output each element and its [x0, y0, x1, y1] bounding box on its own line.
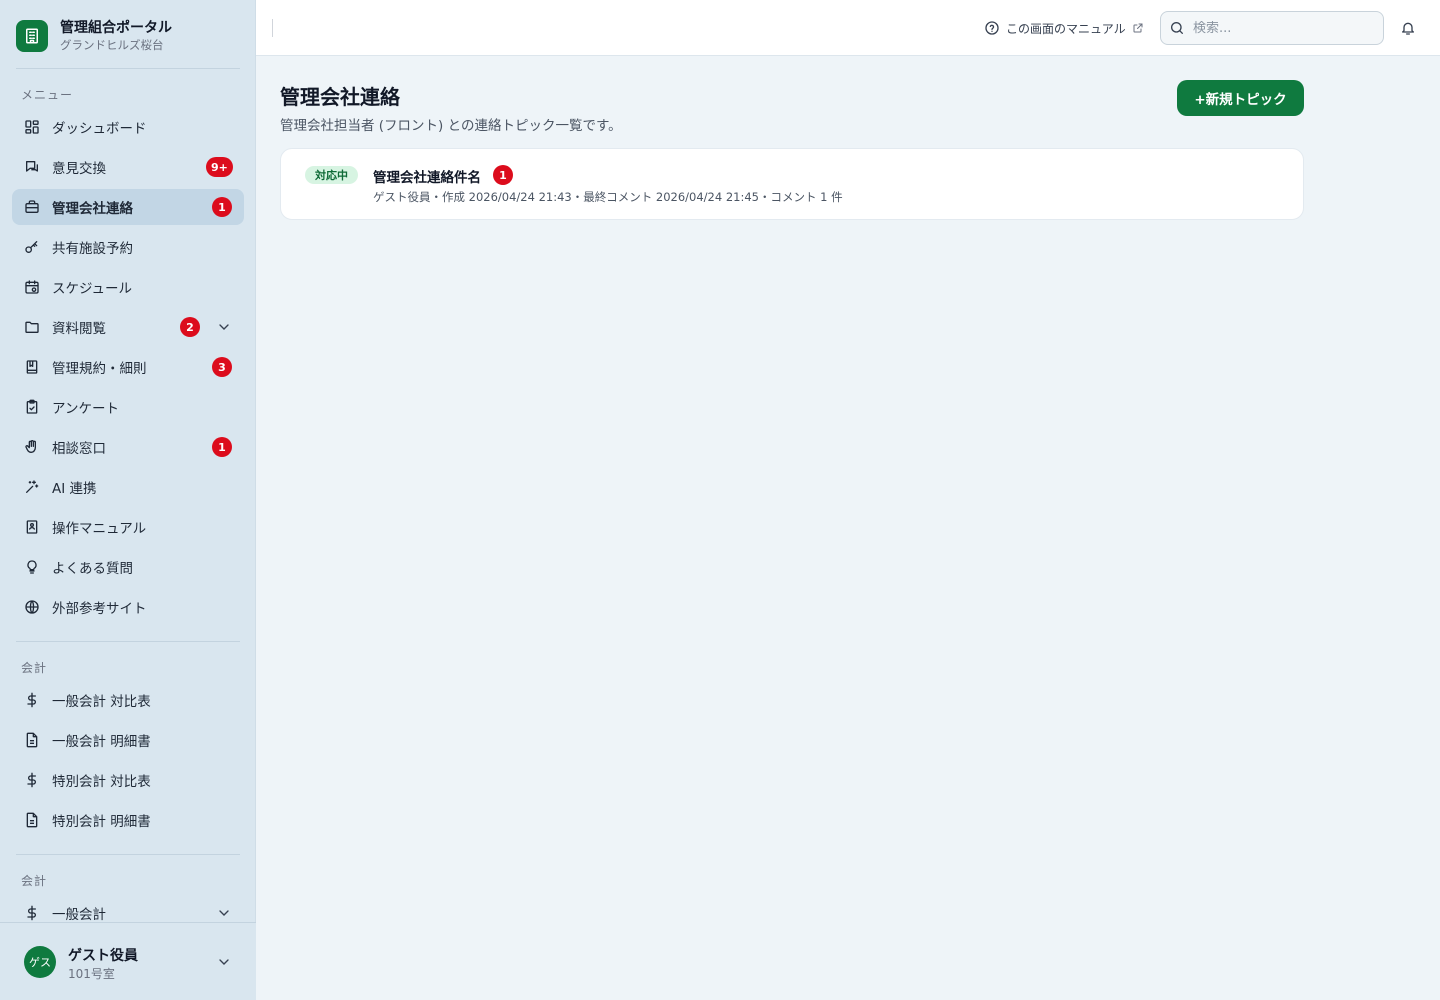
sidebar-item-management-contact[interactable]: 管理会社連絡 1	[12, 189, 244, 225]
unread-badge: 1	[493, 165, 513, 185]
clipboard-icon	[24, 399, 40, 415]
sidebar-item-label: 共有施設予約	[52, 241, 133, 257]
sidebar-item-label: 管理会社連絡	[52, 201, 133, 217]
sidebar-item-label: 管理規約・細則	[52, 361, 147, 377]
notification-badge: 1	[212, 197, 232, 217]
user-name: ゲスト役員	[68, 948, 138, 964]
lightbulb-icon	[24, 559, 40, 575]
sidebar-item-label: ダッシュボード	[52, 121, 147, 137]
page-description: 管理会社担当者 (フロント) との連絡トピック一覧です。	[280, 118, 622, 134]
sidebar-item-survey[interactable]: アンケート	[12, 389, 244, 425]
sidebar-item-general-accounting[interactable]: 一般会計	[12, 895, 244, 923]
document-icon	[24, 812, 40, 828]
user-room: 101号室	[68, 967, 115, 981]
sidebar-item-label: 一般会計 明細書	[52, 734, 151, 750]
book-icon	[24, 359, 40, 375]
dollar-icon	[24, 692, 40, 708]
sidebar-item-documents[interactable]: 資料閲覧 2	[12, 309, 244, 345]
sidebar-item-label: 操作マニュアル	[52, 521, 147, 537]
notification-badge: 3	[212, 357, 232, 377]
sidebar-item-label: 一般会計	[52, 907, 106, 923]
user-menu[interactable]: ゲス ゲスト役員 101号室	[0, 922, 256, 1000]
sparkle-icon	[24, 479, 40, 495]
sidebar-item-bylaws[interactable]: 管理規約・細則 3	[12, 349, 244, 385]
avatar: ゲス	[24, 946, 56, 978]
sidebar-item-label: よくある質問	[52, 561, 133, 577]
accounting-section-label: 会計	[21, 661, 48, 675]
sidebar-item-facility-booking[interactable]: 共有施設予約	[12, 229, 244, 265]
manual-icon	[24, 519, 40, 535]
topic-card[interactable]: 対応中 管理会社連絡件名 1 ゲスト役員・作成 2026/04/24 21:43…	[280, 148, 1304, 220]
chevron-down-icon[interactable]	[216, 319, 232, 335]
topic-title[interactable]: 管理会社連絡件名	[373, 166, 481, 186]
folder-icon	[24, 319, 40, 335]
chat-icon	[24, 159, 40, 175]
sidebar-item-dashboard[interactable]: ダッシュボード	[12, 109, 244, 145]
notification-badge: 2	[180, 317, 200, 337]
help-circle-icon	[984, 20, 1000, 36]
search-box[interactable]	[1160, 11, 1384, 45]
dollar-icon	[24, 905, 40, 921]
sidebar-item-label: 資料閲覧	[52, 321, 106, 337]
sidebar-item-discussion[interactable]: 意見交換 9+	[12, 149, 244, 185]
divider	[16, 641, 240, 642]
building-icon	[16, 20, 48, 52]
new-topic-button[interactable]: +新規トピック	[1177, 80, 1304, 116]
brand-subtitle: グランドヒルズ桜台	[60, 37, 164, 52]
divider	[16, 68, 240, 69]
status-badge: 対応中	[305, 166, 358, 184]
calendar-icon	[24, 279, 40, 295]
dashboard-icon	[24, 119, 40, 135]
sidebar-item-label: AI 連携	[52, 481, 97, 497]
brand[interactable]: 管理組合ポータル グランドヒルズ桜台	[16, 16, 240, 56]
document-icon	[24, 732, 40, 748]
briefcase-icon	[24, 199, 40, 215]
sidebar-item-general-comparison[interactable]: 一般会計 対比表	[12, 682, 244, 718]
sidebar-item-external-sites[interactable]: 外部参考サイト	[12, 589, 244, 625]
sidebar-item-label: 相談窓口	[52, 441, 106, 457]
sidebar-item-label: 外部参考サイト	[52, 601, 147, 617]
sidebar-item-label: 特別会計 明細書	[52, 814, 151, 830]
key-icon	[24, 239, 40, 255]
sidebar-item-label: アンケート	[52, 401, 119, 417]
sidebar-item-label: 意見交換	[52, 161, 106, 177]
sidebar: 管理組合ポータル グランドヒルズ桜台 メニュー ダッシュボード 意見交換 9+ …	[0, 0, 256, 1000]
sidebar-item-label: スケジュール	[52, 281, 133, 297]
sidebar-item-ai[interactable]: AI 連携	[12, 469, 244, 505]
sidebar-item-faq[interactable]: よくある質問	[12, 549, 244, 585]
bell-icon[interactable]	[1400, 20, 1416, 36]
notification-badge: 9+	[206, 157, 233, 177]
sidebar-item-consultation[interactable]: 相談窓口 1	[12, 429, 244, 465]
page-title: 管理会社連絡	[280, 85, 400, 109]
notification-badge: 1	[212, 437, 232, 457]
topic-meta: ゲスト役員・作成 2026/04/24 21:43・最終コメント 2026/04…	[373, 190, 843, 204]
header-separator	[272, 19, 273, 37]
sidebar-item-manual[interactable]: 操作マニュアル	[12, 509, 244, 545]
external-link-icon	[1132, 22, 1144, 34]
sidebar-item-special-comparison[interactable]: 特別会計 対比表	[12, 762, 244, 798]
screen-manual-link[interactable]: この画面のマニュアル	[984, 18, 1144, 38]
globe-icon	[24, 599, 40, 615]
menu-section-label: メニュー	[21, 88, 74, 102]
divider	[16, 854, 240, 855]
sidebar-item-general-statement[interactable]: 一般会計 明細書	[12, 722, 244, 758]
chevron-down-icon[interactable]	[216, 954, 232, 970]
search-input[interactable]	[1193, 20, 1373, 36]
sidebar-item-schedule[interactable]: スケジュール	[12, 269, 244, 305]
manual-link-label: この画面のマニュアル	[1006, 21, 1126, 36]
dollar-icon	[24, 772, 40, 788]
sidebar-item-special-statement[interactable]: 特別会計 明細書	[12, 802, 244, 838]
top-header: この画面のマニュアル	[256, 0, 1440, 56]
search-icon	[1169, 20, 1185, 36]
sidebar-item-label: 特別会計 対比表	[52, 774, 151, 790]
chevron-down-icon[interactable]	[216, 905, 232, 921]
accounting2-section-label: 会計	[21, 874, 48, 888]
sidebar-item-label: 一般会計 対比表	[52, 694, 151, 710]
hand-icon	[24, 439, 40, 455]
brand-title: 管理組合ポータル	[60, 19, 172, 36]
